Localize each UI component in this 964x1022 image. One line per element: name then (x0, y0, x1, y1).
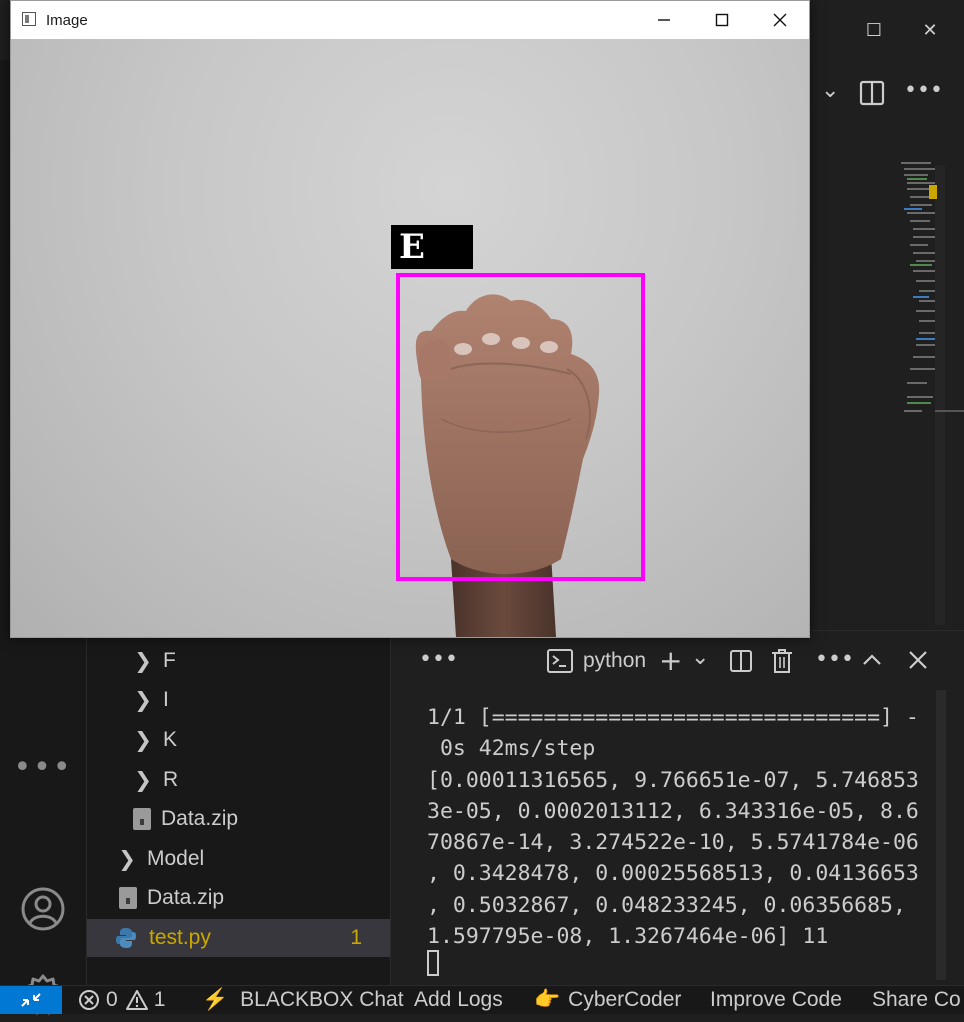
maximize-icon: ☐ (865, 19, 883, 41)
chevron-right-icon: ❯ (118, 847, 136, 871)
cybercoder-label: CyberCoder (568, 988, 682, 1011)
zip-file-icon (133, 808, 151, 830)
remote-indicator[interactable] (0, 986, 62, 1014)
terminal-scrollbar[interactable] (936, 690, 946, 980)
warning-icon (125, 990, 148, 1010)
more-actions-icon[interactable]: ••• (904, 78, 943, 103)
terminal-dropdown-chevron-icon[interactable]: ⌄ (691, 645, 709, 670)
tree-item-label: F (163, 649, 176, 672)
image-window[interactable]: Image E (10, 0, 810, 638)
webcam-frame: E (11, 39, 809, 637)
close-button[interactable]: ✕ (902, 0, 958, 60)
split-editor-icon[interactable] (859, 80, 885, 112)
tree-folder-k[interactable]: ❯ K (87, 722, 390, 758)
tree-folder-i[interactable]: ❯ I (87, 682, 390, 718)
hand-bounding-box (396, 273, 645, 581)
close-button[interactable] (751, 1, 809, 39)
tree-folder-f[interactable]: ❯ F (87, 643, 390, 679)
tree-item-label: test.py (149, 926, 211, 949)
maximize-panel-chevron-up-icon[interactable] (861, 649, 883, 677)
split-terminal-icon[interactable] (729, 649, 753, 679)
image-window-titlebar[interactable]: Image (11, 1, 809, 39)
pointing-hand-icon: 👉 (534, 988, 561, 1011)
tree-item-label: I (163, 688, 169, 711)
more-views-icon[interactable]: ••• (0, 750, 86, 785)
add-logs-label: Add Logs (414, 988, 503, 1011)
cybercoder-button[interactable]: 👉 CyberCoder (534, 986, 681, 1014)
predicted-letter: E (399, 227, 425, 267)
prediction-label-box: E (391, 225, 473, 269)
minimize-icon (658, 19, 670, 21)
image-window-title: Image (46, 11, 88, 29)
tree-item-label: R (163, 768, 179, 791)
tree-item-label: Model (147, 847, 205, 870)
share-code-label: Share Co (872, 988, 961, 1011)
warning-count: 1 (153, 988, 166, 1011)
chevron-right-icon: ❯ (134, 728, 152, 752)
chevron-right-icon: ❯ (134, 649, 152, 673)
add-logs-button[interactable]: Add Logs (414, 986, 503, 1014)
trash-icon[interactable] (771, 648, 793, 680)
status-bar: 0 1 ⚡ BLACKBOX Chat Add Logs 👉 CyberCode… (0, 985, 964, 1014)
maximize-icon (715, 13, 729, 27)
tree-file-data-zip-nested[interactable]: Data.zip (87, 801, 390, 837)
tree-item-label: Data.zip (147, 886, 225, 909)
maximize-button[interactable] (693, 1, 751, 39)
zip-file-icon (119, 887, 137, 909)
blackbox-chat-label: BLACKBOX Chat (240, 988, 404, 1011)
terminal-shell-name[interactable]: python (583, 649, 646, 673)
new-terminal-plus-icon[interactable]: + (659, 644, 682, 677)
blackbox-chat-button[interactable]: ⚡ BLACKBOX Chat (202, 986, 404, 1014)
minimize-button[interactable] (635, 1, 693, 39)
tree-item-label: K (163, 728, 178, 751)
tree-file-test-py[interactable]: test.py 1 (87, 919, 390, 957)
error-icon (79, 990, 99, 1010)
chevron-down-icon[interactable]: ⌄ (821, 78, 839, 103)
problems-count-badge: 1 (350, 926, 362, 949)
scrollbar-position-marker (935, 410, 964, 412)
tree-file-data-zip[interactable]: Data.zip (87, 880, 390, 916)
terminal[interactable]: 1/1 [==============================] - 0… (391, 690, 936, 985)
lightning-icon: ⚡ (202, 988, 229, 1011)
panel-more-icon[interactable]: ••• (419, 647, 458, 672)
terminal-panel-header: ••• python + ⌄ ••• (391, 630, 964, 691)
close-icon: ✕ (922, 19, 938, 41)
tree-folder-model[interactable]: ❯ Model (87, 841, 390, 877)
improve-code-label: Improve Code (710, 988, 842, 1011)
chevron-right-icon: ❯ (134, 688, 152, 712)
error-count: 0 (106, 988, 118, 1011)
share-code-button[interactable]: Share Co (872, 986, 961, 1014)
tree-item-label: Data.zip (161, 807, 239, 830)
python-file-icon (116, 928, 136, 948)
close-panel-icon[interactable] (907, 649, 929, 677)
remote-icon (21, 993, 41, 1007)
terminal-icon (547, 649, 573, 679)
editor-scrollbar[interactable] (929, 165, 964, 625)
terminal-cursor (427, 950, 439, 976)
tree-folder-r[interactable]: ❯ R (87, 762, 390, 798)
terminal-more-icon[interactable]: ••• (815, 647, 854, 672)
window-app-icon (22, 12, 36, 26)
scrollbar-warning-marker (929, 185, 937, 199)
chevron-right-icon: ❯ (134, 768, 152, 792)
maximize-button[interactable]: ☐ (846, 0, 902, 60)
terminal-output: 1/1 [==============================] - 0… (427, 705, 919, 950)
improve-code-button[interactable]: Improve Code (710, 986, 842, 1014)
close-icon (773, 13, 787, 27)
problems-indicator[interactable]: 0 1 (78, 986, 165, 1014)
accounts-icon[interactable] (20, 886, 66, 936)
